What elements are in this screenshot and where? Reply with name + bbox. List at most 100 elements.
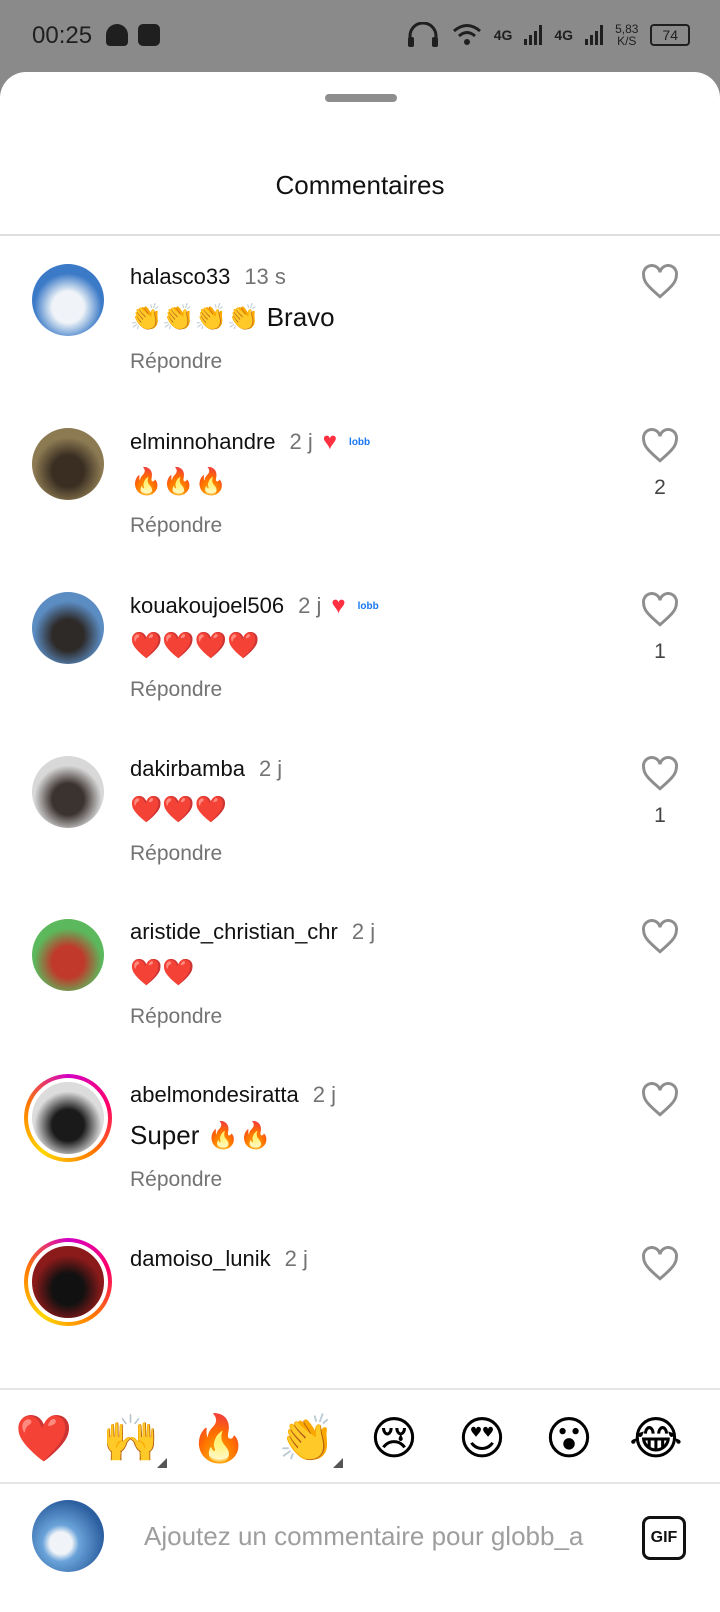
comment-item: aristide_christian_chr 2 j ❤️❤️ Répondre bbox=[0, 891, 720, 1059]
headphones-icon bbox=[407, 22, 438, 47]
comment-text: ❤️❤️❤️❤️ bbox=[130, 630, 260, 660]
comment-text: ❤️❤️ bbox=[130, 957, 195, 987]
comment-username[interactable]: dakirbamba bbox=[130, 756, 245, 782]
drag-handle[interactable] bbox=[325, 94, 397, 102]
comment-text: ❤️❤️❤️ bbox=[130, 794, 228, 824]
comment-time: 2 j bbox=[351, 919, 376, 944]
comment-username[interactable]: aristide_christian_chr bbox=[130, 919, 338, 945]
comment-item: halasco33 13 s 👏👏👏👏 Bravo Répondre bbox=[0, 236, 720, 404]
gif-button[interactable]: GIF bbox=[642, 1516, 686, 1560]
comment-username[interactable]: abelmondesiratta bbox=[130, 1082, 299, 1108]
android-icon bbox=[106, 24, 128, 46]
reaction-crying[interactable]: 😢 bbox=[364, 1410, 424, 1466]
reaction-surprised[interactable]: 😮 bbox=[539, 1410, 599, 1466]
signal-icon-2 bbox=[585, 25, 604, 45]
like-heart-icon[interactable] bbox=[640, 756, 680, 792]
comment-time: 2 j bbox=[289, 429, 313, 454]
comment-username[interactable]: elminnohandre bbox=[130, 429, 276, 455]
comment-time: 2 j bbox=[284, 1246, 308, 1271]
like-count: 1 bbox=[654, 640, 666, 663]
reply-button[interactable]: Répondre bbox=[130, 1168, 222, 1192]
comment-meta: aristide_christian_chr 2 j bbox=[130, 919, 375, 945]
like-heart-icon[interactable] bbox=[640, 919, 680, 955]
wifi-icon bbox=[452, 24, 481, 45]
avatar[interactable] bbox=[32, 756, 104, 828]
network-label-2: 4G bbox=[554, 27, 574, 43]
comment-item: kouakoujoel506 2 j ♥ lobb ❤️❤️❤️❤️ Répondre… bbox=[0, 564, 720, 732]
net-speed-unit: K/S bbox=[617, 34, 637, 48]
reaction-heart-eyes[interactable]: 😍 bbox=[452, 1410, 512, 1466]
avatar-image bbox=[28, 1078, 108, 1158]
skin-tone-indicator bbox=[333, 1458, 343, 1468]
avatar-image bbox=[28, 1242, 108, 1322]
avatar[interactable] bbox=[32, 264, 104, 336]
comment-text: 🔥🔥🔥 bbox=[130, 466, 228, 496]
author-badge: lobb bbox=[349, 436, 371, 448]
reply-button[interactable]: Répondre bbox=[130, 350, 222, 374]
status-bar: 00:25 4G 4G 5,83 K/S 74 bbox=[0, 0, 720, 72]
comment-item: abelmondesiratta 2 j Super 🔥🔥 Répondre bbox=[0, 1054, 720, 1222]
liked-by-author-icon: ♥ bbox=[322, 428, 338, 455]
like-heart-icon[interactable] bbox=[640, 264, 680, 300]
status-time: 00:25 bbox=[32, 22, 93, 49]
reaction-heart[interactable]: ❤️ bbox=[14, 1410, 74, 1466]
comment-username[interactable]: damoiso_lunik bbox=[130, 1246, 271, 1272]
like-heart-icon[interactable] bbox=[640, 592, 680, 628]
sheet-title: Commentaires bbox=[275, 170, 445, 200]
reply-button[interactable]: Répondre bbox=[130, 842, 222, 866]
comments-sheet: Commentaires halasco33 13 s 👏👏👏👏 Bravo Rép… bbox=[0, 72, 720, 1612]
like-count: 1 bbox=[654, 804, 666, 827]
avatar[interactable] bbox=[32, 592, 104, 664]
app-notification-icon bbox=[138, 24, 160, 46]
like-count: 2 bbox=[654, 476, 666, 499]
skin-tone-indicator bbox=[157, 1458, 167, 1468]
comment-time: 13 s bbox=[244, 264, 286, 289]
comment-text: Super 🔥🔥 bbox=[130, 1120, 272, 1150]
avatar[interactable] bbox=[24, 1238, 112, 1326]
quick-reactions-bar: ❤️ 🙌 🔥 👏 😢 😍 😮 😂 bbox=[0, 1388, 720, 1484]
signal-icon-1 bbox=[524, 25, 543, 45]
reply-button[interactable]: Répondre bbox=[130, 514, 222, 538]
comment-meta: elminnohandre 2 j ♥ lobb bbox=[130, 428, 370, 456]
reaction-clap-emoji: 👏 bbox=[278, 1412, 336, 1464]
reaction-fire[interactable]: 🔥 bbox=[189, 1410, 249, 1466]
liked-by-author-icon: ♥ bbox=[331, 592, 346, 619]
reply-button[interactable]: Répondre bbox=[130, 678, 222, 702]
like-heart-icon[interactable] bbox=[640, 428, 680, 464]
notification-icons bbox=[106, 24, 160, 46]
comment-item: elminnohandre 2 j ♥ lobb 🔥🔥🔥 Répondre 2 bbox=[0, 400, 720, 568]
reaction-clap[interactable]: 👏 bbox=[277, 1410, 343, 1468]
comment-list[interactable]: halasco33 13 s 👏👏👏👏 Bravo Répondre elminno… bbox=[0, 236, 720, 1388]
comment-input[interactable] bbox=[144, 1514, 614, 1558]
net-speed: 5,83 K/S bbox=[615, 23, 638, 47]
avatar[interactable] bbox=[32, 428, 104, 500]
reaction-raised-hands[interactable]: 🙌 bbox=[101, 1410, 167, 1468]
system-nav-bar bbox=[0, 1588, 720, 1612]
comment-item: damoiso_lunik 2 j bbox=[0, 1218, 720, 1386]
comment-composer: GIF bbox=[0, 1484, 720, 1588]
comment-text: 👏👏👏👏 Bravo bbox=[130, 302, 335, 332]
comment-item: dakirbamba 2 j ❤️❤️❤️ Répondre 1 bbox=[0, 728, 720, 896]
avatar[interactable] bbox=[24, 1074, 112, 1162]
my-avatar bbox=[32, 1500, 104, 1572]
battery-icon: 74 bbox=[650, 24, 690, 46]
comment-meta: kouakoujoel506 2 j ♥ lobb bbox=[130, 592, 379, 620]
comment-meta: halasco33 13 s bbox=[130, 264, 286, 290]
comment-time: 2 j bbox=[258, 756, 283, 781]
network-label-1: 4G bbox=[493, 27, 513, 43]
comment-time: 2 j bbox=[312, 1082, 337, 1107]
avatar[interactable] bbox=[32, 919, 104, 991]
like-heart-icon[interactable] bbox=[640, 1082, 680, 1118]
author-badge: lobb bbox=[357, 600, 379, 612]
reaction-laughing[interactable]: 😂 bbox=[626, 1410, 686, 1466]
reaction-raised-hands-emoji: 🙌 bbox=[102, 1412, 160, 1464]
like-heart-icon[interactable] bbox=[640, 1246, 680, 1282]
comment-username[interactable]: kouakoujoel506 bbox=[130, 593, 284, 619]
comment-time: 2 j bbox=[298, 593, 322, 618]
comment-username[interactable]: halasco33 bbox=[130, 264, 230, 290]
reply-button[interactable]: Répondre bbox=[130, 1005, 222, 1029]
status-right-icons: 4G 4G 5,83 K/S 74 bbox=[406, 22, 690, 48]
comment-meta: dakirbamba 2 j bbox=[130, 756, 282, 782]
comment-meta: damoiso_lunik 2 j bbox=[130, 1246, 308, 1272]
comment-meta: abelmondesiratta 2 j bbox=[130, 1082, 336, 1108]
